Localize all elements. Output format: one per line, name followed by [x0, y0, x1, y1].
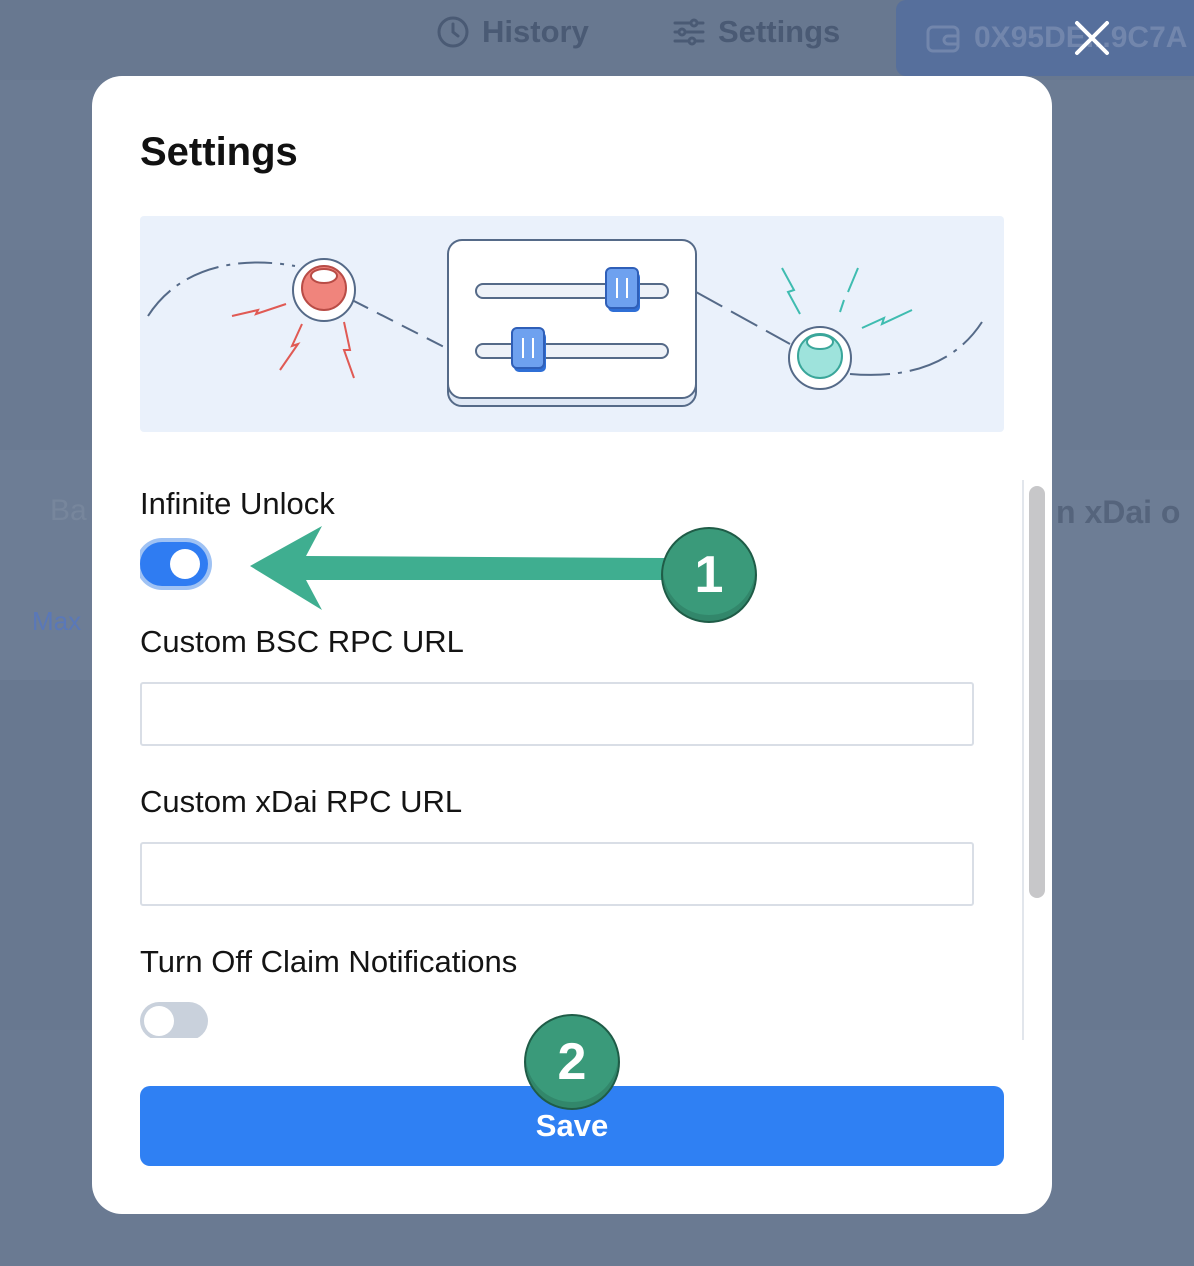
- annotation-arrow-icon: [250, 526, 666, 610]
- bg-balance-label: Ba: [50, 494, 87, 527]
- modal-title: Settings: [140, 130, 298, 174]
- infinite-unlock-toggle[interactable]: [140, 542, 208, 586]
- bg-max-button: Max: [32, 606, 82, 636]
- nav-history[interactable]: History: [436, 14, 589, 50]
- claim-notifications-toggle[interactable]: [140, 1002, 208, 1038]
- close-icon[interactable]: [1072, 18, 1112, 58]
- step-1-badge: 1: [661, 527, 757, 623]
- sliders-icon: [673, 18, 705, 46]
- step-2-badge: 2: [524, 1014, 620, 1110]
- toggle-knob: [170, 549, 200, 579]
- scrollbar-thumb[interactable]: [1029, 486, 1045, 898]
- bsc-rpc-label: Custom BSC RPC URL: [140, 624, 464, 659]
- xdai-rpc-label: Custom xDai RPC URL: [140, 784, 463, 819]
- scrollbar-track: [1022, 480, 1024, 1040]
- clock-icon: [437, 16, 469, 48]
- bsc-rpc-input[interactable]: [140, 682, 974, 746]
- nav-settings[interactable]: Settings: [672, 14, 840, 50]
- top-nav: History Settings 0X95DE...9C7A: [0, 0, 1194, 76]
- toggle-knob: [144, 1006, 174, 1036]
- wallet-button[interactable]: 0X95DE...9C7A: [896, 0, 1194, 76]
- nav-history-label: History: [482, 14, 589, 49]
- wallet-icon: [926, 25, 960, 53]
- infinite-unlock-label: Infinite Unlock: [140, 486, 335, 521]
- xdai-rpc-input[interactable]: [140, 842, 974, 906]
- bg-xdai-label: n xDai o: [1056, 494, 1181, 530]
- nav-settings-label: Settings: [718, 14, 841, 49]
- claim-notifications-label: Turn Off Claim Notifications: [140, 944, 518, 979]
- settings-illustration: [140, 216, 1004, 432]
